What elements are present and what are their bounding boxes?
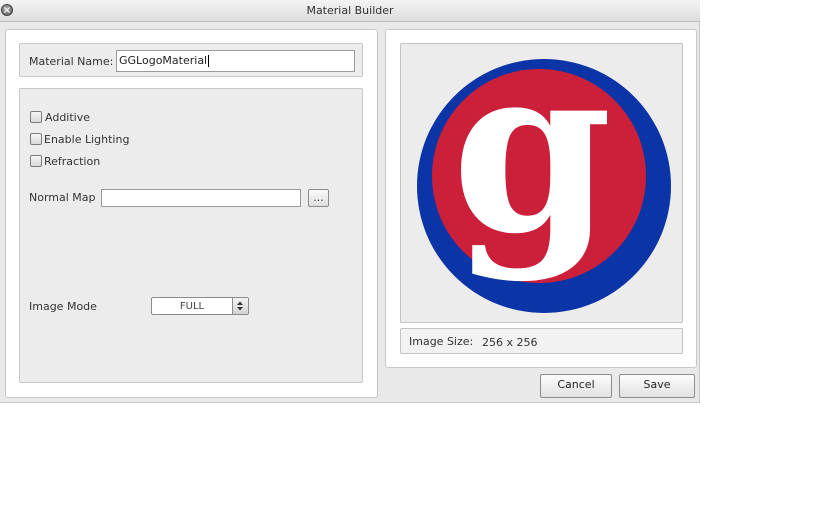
- material-name-input[interactable]: GGLogoMaterial: [116, 50, 355, 72]
- refraction-checkbox[interactable]: [30, 155, 42, 167]
- image-mode-value: FULL: [179, 301, 205, 312]
- image-size-value: 256 x 256: [482, 336, 538, 349]
- texture-preview: g: [400, 43, 683, 323]
- image-size-label: Image Size:: [409, 335, 474, 348]
- preview-panel: g Image Size: 256 x 256: [385, 29, 697, 368]
- up-down-arrows-icon: [237, 301, 243, 311]
- normal-map-label: Normal Map: [29, 191, 96, 204]
- options-group: Additive Enable Lighting Refraction Norm…: [19, 88, 363, 383]
- image-mode-select[interactable]: FULL: [151, 297, 249, 315]
- additive-checkbox[interactable]: [30, 111, 42, 123]
- window-title: Material Builder: [306, 4, 394, 17]
- select-spinner[interactable]: [232, 298, 248, 314]
- save-button[interactable]: Save: [619, 374, 695, 398]
- material-name-label: Material Name:: [29, 55, 114, 68]
- material-name-value: GGLogoMaterial: [119, 54, 208, 67]
- browse-normal-map-button[interactable]: ...: [308, 189, 329, 207]
- text-caret: [208, 55, 210, 67]
- material-builder-window: Material Builder Material Name: GGLogoMa…: [0, 0, 700, 403]
- image-mode-label: Image Mode: [29, 300, 97, 313]
- enable-lighting-label: Enable Lighting: [44, 133, 130, 146]
- image-size-bar: Image Size: 256 x 256: [400, 328, 683, 354]
- logo-letter-g: g: [452, 58, 613, 285]
- properties-panel: Material Name: GGLogoMaterial Additive E…: [5, 29, 378, 398]
- additive-label: Additive: [45, 111, 90, 124]
- normal-map-input[interactable]: [101, 189, 301, 207]
- refraction-label: Refraction: [44, 155, 101, 168]
- cancel-button[interactable]: Cancel: [540, 374, 612, 398]
- browse-button-label: ...: [313, 191, 324, 204]
- gg-logo-image: g: [417, 58, 671, 313]
- enable-lighting-checkbox[interactable]: [30, 133, 42, 145]
- material-name-group: Material Name: GGLogoMaterial: [19, 43, 363, 77]
- title-bar[interactable]: Material Builder: [0, 0, 700, 22]
